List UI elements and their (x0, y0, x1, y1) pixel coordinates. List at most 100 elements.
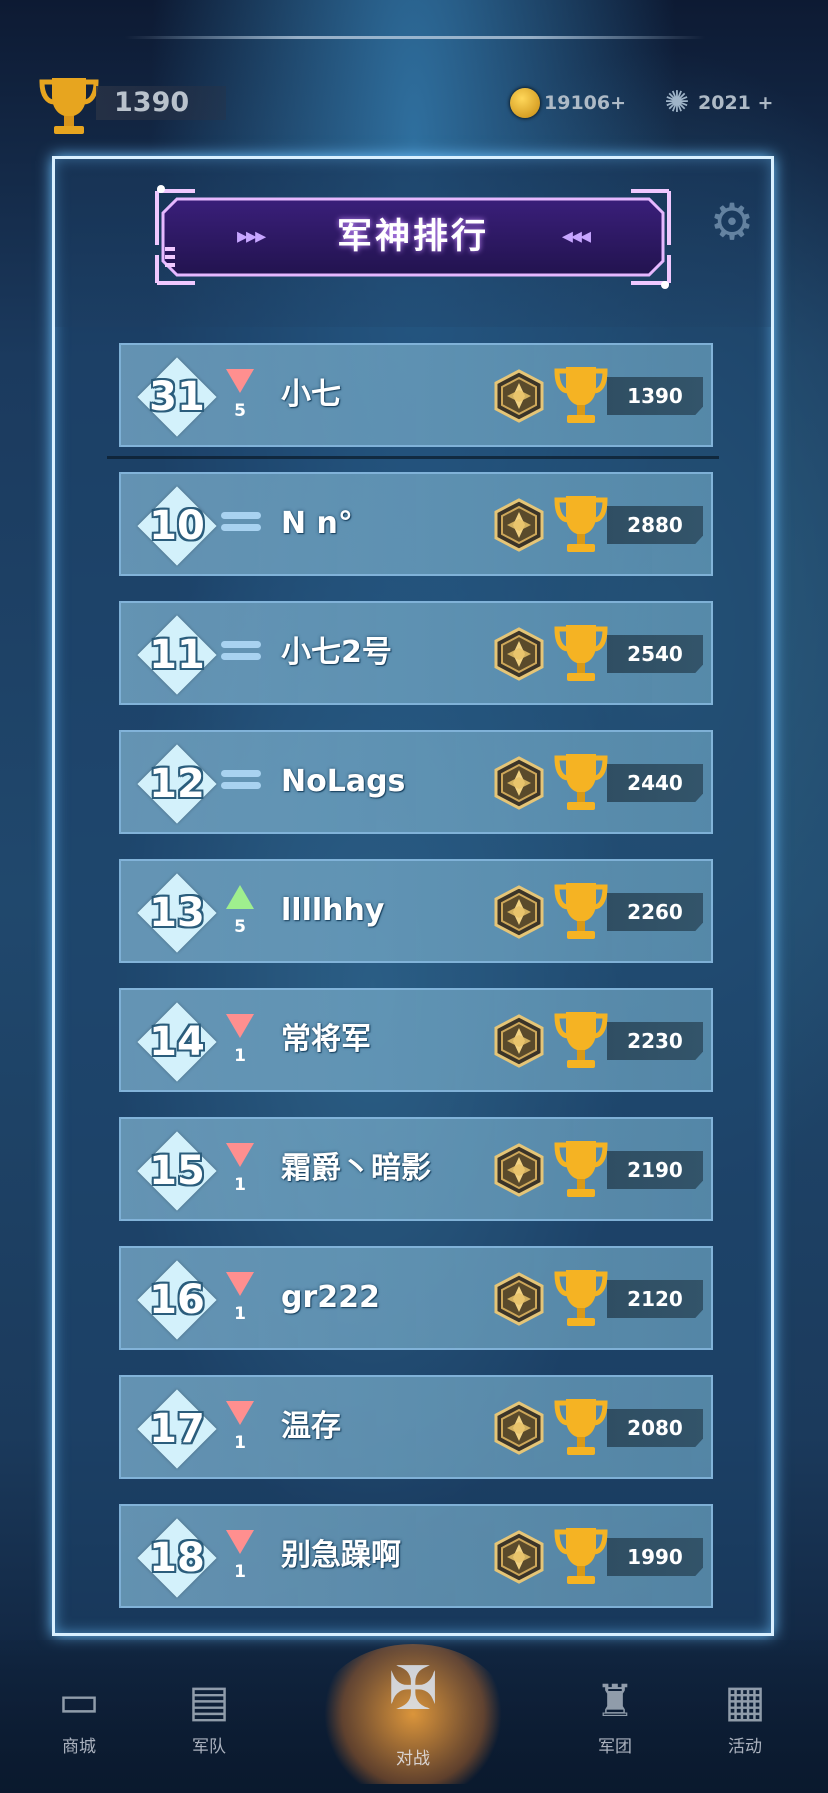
rank-change: 1 (221, 1528, 257, 1592)
ranking-row[interactable]: 17 1 温存 2080 (119, 1375, 713, 1479)
rank-change: 5 (221, 367, 257, 431)
score-value: 1990 (607, 1538, 703, 1576)
rank-badge: 14 (137, 1002, 217, 1082)
rank-down-icon (226, 1014, 254, 1038)
score-value: 1390 (607, 377, 703, 415)
trophy-icon (554, 496, 608, 552)
rank-badge: 13 (137, 873, 217, 953)
player-name: 别急躁啊 (281, 1538, 401, 1573)
tier-emblem-icon (494, 1014, 544, 1068)
gear-icon[interactable]: ⚙ (705, 195, 759, 249)
rank-badge: 31 (137, 357, 217, 437)
player-name: 常将军 (281, 1022, 371, 1057)
trophy-icon (554, 1141, 608, 1197)
ranking-row[interactable]: 12 NoLags 2440 (119, 730, 713, 834)
rank-change-value: 5 (234, 401, 246, 421)
nav-shop-label: 商城 (62, 1737, 96, 1757)
bottom-nav: ▭ 商城 ▤ 军队 ✠ 对战 ♜ 军团 ▦ 活动 (0, 1640, 828, 1793)
title-arrows-right: ◂◂◂ (561, 224, 591, 249)
rank-badge: 17 (137, 1389, 217, 1469)
hud-trophy-icon (39, 78, 99, 134)
tier-emblem-icon (494, 1143, 544, 1197)
rank-change (221, 754, 261, 818)
rank-down-icon (226, 1530, 254, 1554)
trophy-icon (554, 754, 608, 810)
cards-icon: ▤ (188, 1676, 230, 1727)
rank-change (221, 625, 261, 689)
rank-change: 1 (221, 1270, 257, 1334)
hud-coin-value[interactable]: 19106+ (544, 92, 626, 114)
nav-shop[interactable]: ▭ 商城 (34, 1672, 124, 1757)
rank-same-icon (221, 770, 261, 794)
trophy-icon (554, 1270, 608, 1326)
ranking-panel: ⚙ ▸▸▸ 军神排行 ◂◂◂ 31 5 小七 1390 10 N n° 2880… (52, 156, 774, 1636)
trophy-icon (554, 1012, 608, 1068)
rank-badge: 12 (137, 744, 217, 824)
nav-cards[interactable]: ▤ 军队 (164, 1672, 254, 1757)
rank-badge: 16 (137, 1260, 217, 1340)
rank-up-icon (226, 885, 254, 909)
score-value: 2120 (607, 1280, 703, 1318)
rank-number: 31 (149, 374, 205, 420)
panel-header: ⚙ ▸▸▸ 军神排行 ◂◂◂ (55, 159, 771, 327)
player-name: gr222 (281, 1280, 380, 1315)
legion-icon: ♜ (595, 1676, 635, 1727)
score-value: 2540 (607, 635, 703, 673)
player-name: 温存 (281, 1409, 341, 1444)
score-value: 2880 (607, 506, 703, 544)
rank-down-icon (226, 1272, 254, 1296)
player-name: llllhhy (281, 893, 385, 928)
rank-down-icon (226, 1401, 254, 1425)
nav-battle[interactable]: ✠ 对战 (318, 1644, 508, 1784)
ranking-row[interactable]: 13 5 llllhhy 2260 (119, 859, 713, 963)
rank-same-icon (221, 512, 261, 536)
tier-emblem-icon (494, 1401, 544, 1455)
score-value: 2080 (607, 1409, 703, 1447)
trophy-icon (554, 625, 608, 681)
trophy-icon (554, 1528, 608, 1584)
hud-gem-value[interactable]: 2021 + (698, 92, 773, 114)
ranking-row[interactable]: 14 1 常将军 2230 (119, 988, 713, 1092)
hud-trophy-count: 1390 (96, 86, 226, 120)
score-value: 2230 (607, 1022, 703, 1060)
rank-number: 10 (149, 503, 205, 549)
tier-emblem-icon (494, 756, 544, 810)
rank-change: 1 (221, 1399, 257, 1463)
player-name: 小七 (281, 377, 341, 412)
battle-icon: ✠ (387, 1654, 439, 1724)
tier-emblem-icon (494, 1272, 544, 1326)
nav-events[interactable]: ▦ 活动 (700, 1672, 790, 1757)
tier-emblem-icon (494, 369, 544, 423)
rank-number: 16 (149, 1277, 205, 1323)
ranking-row[interactable]: 15 1 霜爵丶暗影 2190 (119, 1117, 713, 1221)
top-progress-line (125, 36, 705, 39)
player-name: N n° (281, 506, 353, 541)
rank-change-value: 5 (234, 917, 246, 937)
rank-same-icon (221, 641, 261, 665)
rank-badge: 18 (137, 1518, 217, 1598)
player-name: NoLags (281, 764, 406, 799)
ranking-row[interactable]: 10 N n° 2880 (119, 472, 713, 576)
ranking-row[interactable]: 18 1 别急躁啊 1990 (119, 1504, 713, 1608)
score-value: 2440 (607, 764, 703, 802)
ranking-row[interactable]: 16 1 gr222 2120 (119, 1246, 713, 1350)
score-value: 2260 (607, 893, 703, 931)
rank-change (221, 496, 261, 560)
nav-cards-label: 军队 (192, 1737, 226, 1757)
trophy-icon (554, 1399, 608, 1455)
rank-down-icon (226, 1143, 254, 1167)
rank-badge: 10 (137, 486, 217, 566)
nav-battle-label: 对战 (396, 1749, 430, 1769)
rank-number: 14 (149, 1019, 205, 1065)
nav-legion[interactable]: ♜ 军团 (570, 1672, 660, 1757)
panel-title: 军神排行 (336, 217, 489, 257)
rank-number: 15 (149, 1148, 205, 1194)
ranking-row[interactable]: 11 小七2号 2540 (119, 601, 713, 705)
rank-change-value: 1 (234, 1175, 246, 1195)
tier-emblem-icon (494, 627, 544, 681)
rank-change-value: 1 (234, 1433, 246, 1453)
my-rank-row[interactable]: 31 5 小七 1390 (119, 343, 713, 447)
player-name: 霜爵丶暗影 (281, 1151, 431, 1186)
rank-change-value: 1 (234, 1046, 246, 1066)
nav-legion-label: 军团 (598, 1737, 632, 1757)
